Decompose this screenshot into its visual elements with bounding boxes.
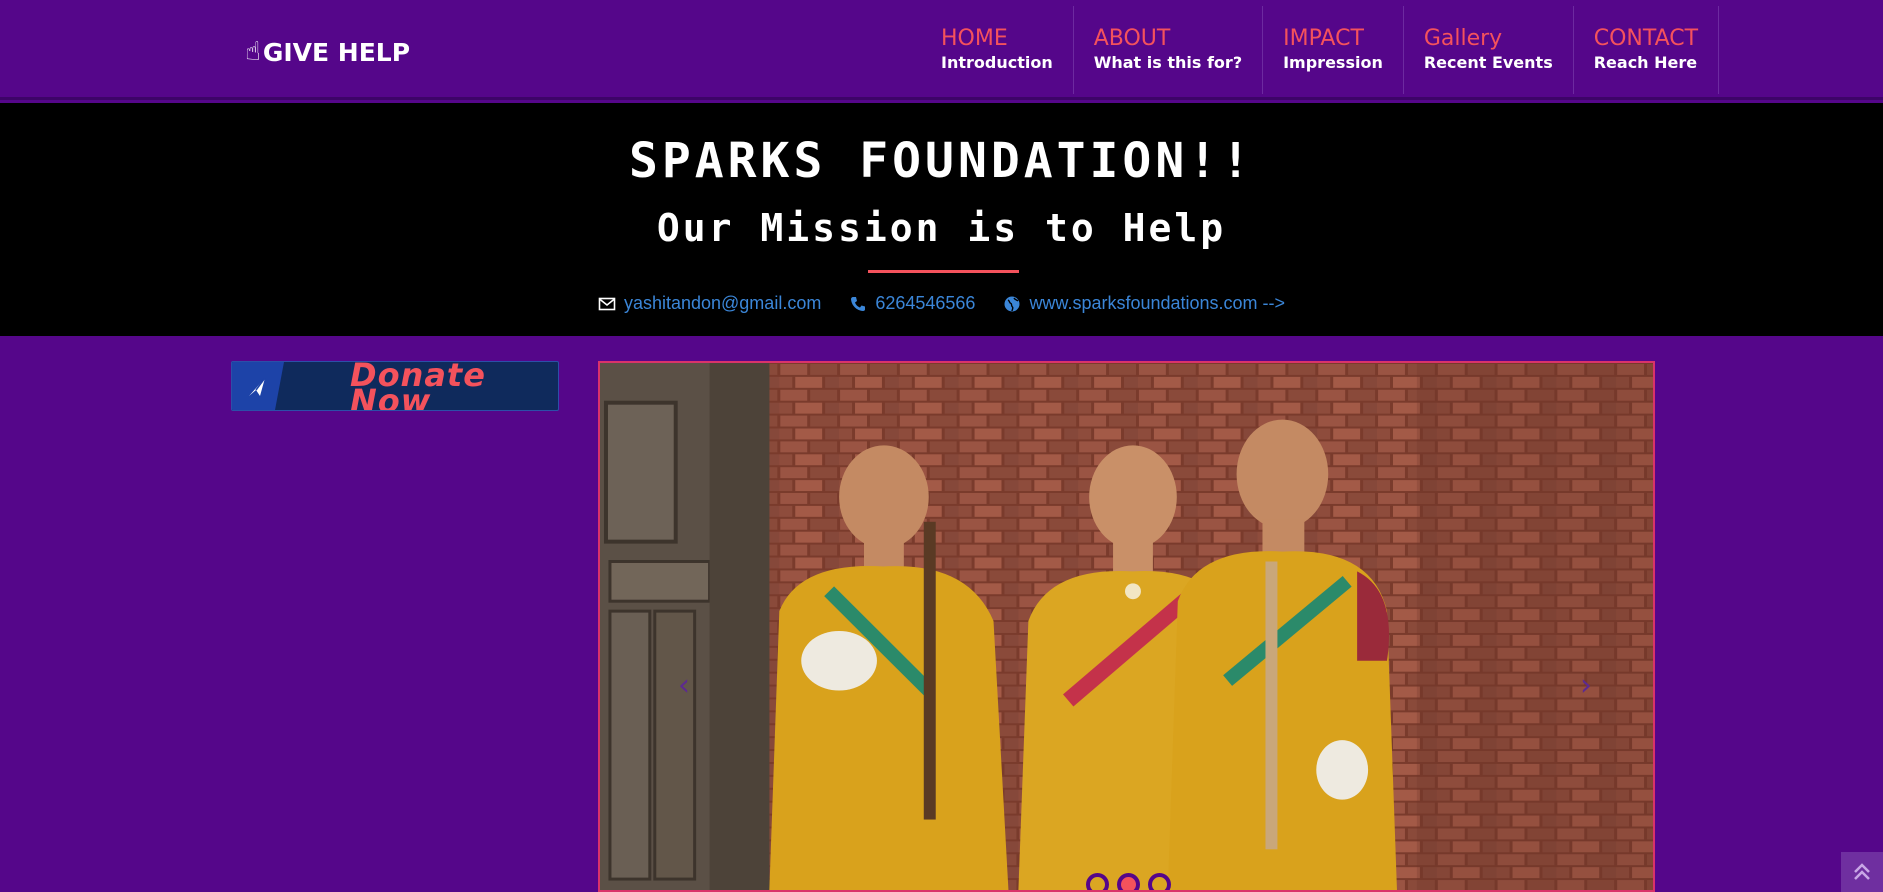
brand-label: GIVE HELP [262, 37, 411, 67]
top-navbar: ☝ GIVE HELP HOME Introduction ABOUT What… [0, 0, 1883, 100]
chevron-left-icon[interactable]: ‹ [670, 671, 698, 703]
phone-text: 6264546566 [875, 293, 976, 313]
carousel-slide-image [600, 363, 1653, 890]
nav-item-subtitle: Introduction [941, 53, 1053, 72]
page-title: SPARKS FOUNDATION!! [628, 133, 1255, 189]
hand-pointing-up-icon: ☝ [245, 37, 261, 67]
carousel-indicators [1086, 873, 1171, 890]
phone-link[interactable]: 6264546566 [849, 293, 975, 314]
nav-item-about[interactable]: ABOUT What is this for? [1074, 6, 1264, 94]
back-to-top-button[interactable] [1841, 852, 1883, 892]
nav-item-subtitle: What is this for? [1093, 53, 1243, 72]
phone-icon [851, 296, 866, 311]
brand-logo[interactable]: ☝ GIVE HELP [245, 34, 410, 70]
nav-item-subtitle: Impression [1283, 53, 1383, 72]
email-text: yashitandon@gmail.com [623, 293, 822, 313]
paper-plane-icon [249, 377, 266, 396]
nav-menu: HOME Introduction ABOUT What is this for… [921, 6, 1720, 94]
donate-label: Donate Now [350, 361, 486, 411]
envelope-icon [598, 297, 616, 310]
nav-item-impact[interactable]: IMPACT Impression [1263, 6, 1404, 94]
donate-now-button[interactable]: Donate Now [231, 361, 559, 411]
website-link[interactable]: www.sparksfoundations.com --> [1003, 293, 1285, 314]
nav-item-title: CONTACT [1593, 26, 1699, 51]
nav-item-title: Gallery [1423, 26, 1503, 51]
carousel-indicator[interactable] [1148, 873, 1171, 890]
page-subtitle: Our Mission is to Help [656, 206, 1227, 250]
contact-info-row: yashitandon@gmail.com 6264546566 www.spa… [0, 293, 1883, 314]
nav-item-title: ABOUT [1093, 26, 1171, 51]
image-carousel: ‹ › [598, 361, 1655, 892]
nav-item-subtitle: Recent Events [1423, 53, 1553, 72]
title-divider [868, 270, 1019, 273]
nav-item-contact[interactable]: CONTACT Reach Here [1574, 6, 1720, 94]
donate-icon-strip [232, 362, 284, 410]
carousel-indicator-active[interactable] [1117, 873, 1140, 890]
globe-icon [1004, 296, 1020, 311]
nav-item-title: IMPACT [1283, 26, 1364, 51]
chevron-right-icon[interactable]: › [1572, 671, 1600, 703]
nav-item-title: HOME [941, 26, 1008, 51]
double-chevron-up-icon [1854, 863, 1870, 880]
nav-item-home[interactable]: HOME Introduction [921, 6, 1074, 94]
nav-item-gallery[interactable]: Gallery Recent Events [1404, 6, 1574, 94]
website-text: www.sparksfoundations.com --> [1029, 293, 1286, 313]
nav-item-subtitle: Reach Here [1593, 53, 1698, 72]
carousel-indicator[interactable] [1086, 873, 1109, 890]
hero-header: SPARKS FOUNDATION!! Our Mission is to He… [0, 103, 1883, 336]
email-link[interactable]: yashitandon@gmail.com [598, 293, 821, 314]
